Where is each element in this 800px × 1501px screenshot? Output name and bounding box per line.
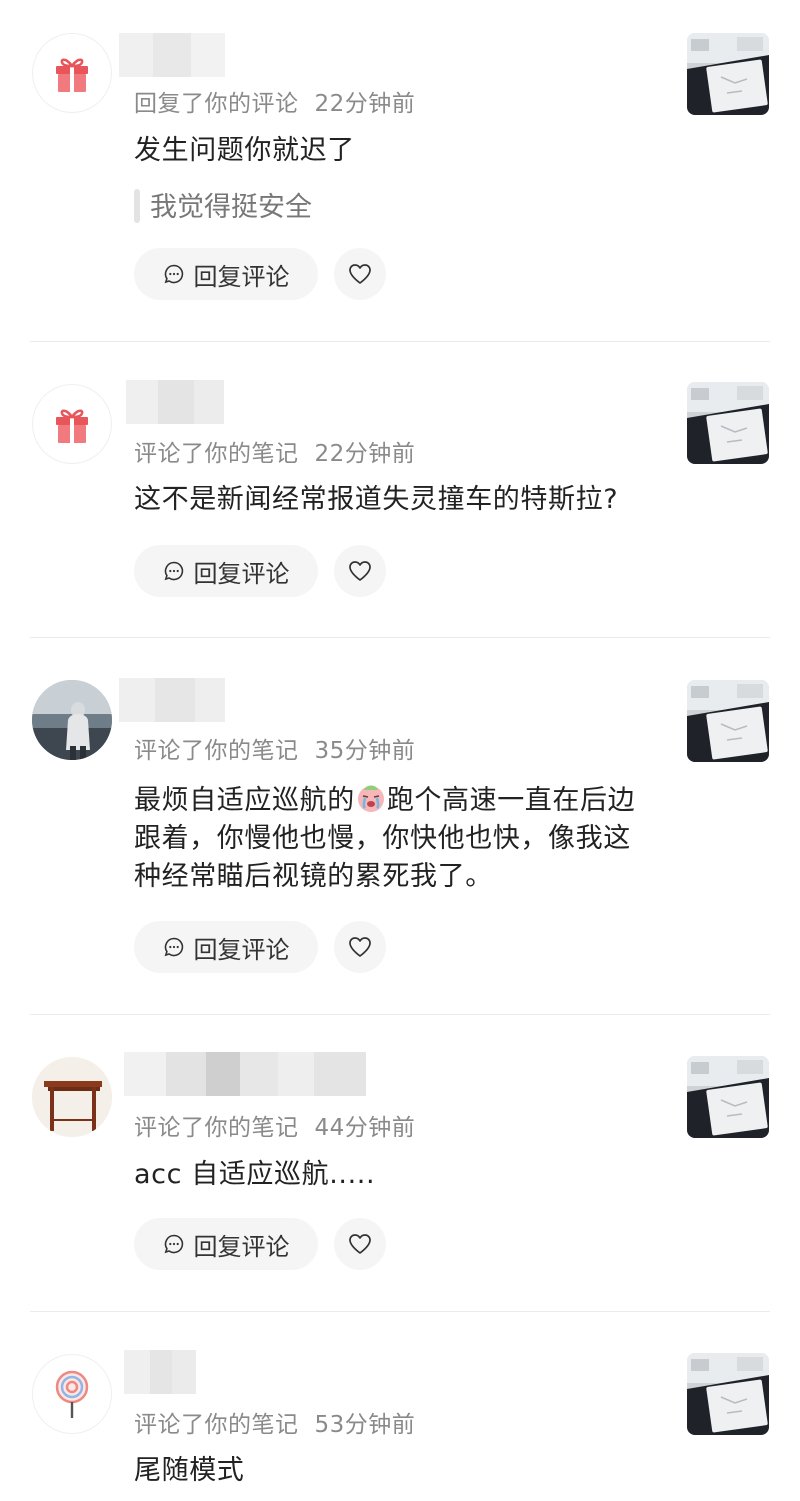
avatar[interactable] (32, 1354, 112, 1434)
divider (30, 341, 770, 342)
username-blurred[interactable] (126, 380, 224, 424)
car-dashboard-screen-photo (687, 33, 769, 115)
gift-icon (56, 58, 88, 92)
comment-bubble-icon (164, 937, 183, 957)
car-dashboard-screen-photo (687, 382, 769, 464)
action-text: 回复了你的评论 (134, 91, 299, 117)
comment-text: 最烦自适应巡航的 跑个高速一直在后边跟着，你慢他也慢，你快他也快，像我这种经常瞄… (134, 782, 654, 896)
divider (30, 637, 770, 638)
like-button[interactable] (334, 545, 386, 597)
quoted-comment: 我觉得挺安全 (134, 185, 312, 224)
action-text: 评论了你的笔记 (134, 1115, 299, 1141)
comment-meta: 评论了你的笔记 53分钟前 (134, 1405, 415, 1439)
avatar[interactable] (32, 384, 112, 464)
avatar[interactable] (32, 680, 112, 760)
timestamp: 22分钟前 (314, 91, 416, 117)
reply-label: 回复评论 (193, 935, 290, 964)
car-dashboard-screen-photo (687, 1353, 769, 1435)
note-thumbnail[interactable] (687, 33, 769, 115)
gift-icon (56, 409, 88, 443)
reply-label: 回复评论 (193, 1232, 290, 1261)
crying-face-emoji (357, 785, 384, 812)
comment-meta: 评论了你的笔记 22分钟前 (134, 434, 415, 468)
car-dashboard-screen-photo (687, 1056, 769, 1138)
note-thumbnail[interactable] (687, 382, 769, 464)
reply-button[interactable]: 回复评论 (134, 921, 318, 973)
reply-button[interactable]: 回复评论 (134, 545, 318, 597)
comment-bubble-icon (164, 561, 183, 581)
like-button[interactable] (334, 921, 386, 973)
comment-meta: 回复了你的评论 22分钟前 (134, 84, 415, 118)
reply-button[interactable]: 回复评论 (134, 248, 318, 300)
comment-text: acc 自适应巡航..... (134, 1159, 376, 1190)
comment-text: 发生问题你就迟了 (134, 135, 355, 166)
action-text: 评论了你的笔记 (134, 738, 299, 764)
note-thumbnail[interactable] (687, 680, 769, 762)
divider (30, 1311, 770, 1312)
timestamp: 22分钟前 (314, 441, 416, 467)
comment-text: 这不是新闻经常报道失灵撞车的特斯拉? (134, 484, 619, 515)
username-blurred[interactable] (119, 678, 225, 722)
reply-label: 回复评论 (193, 262, 290, 291)
like-button[interactable] (334, 248, 386, 300)
action-text: 评论了你的笔记 (134, 441, 299, 467)
action-text: 评论了你的笔记 (134, 1412, 299, 1438)
heart-icon (349, 561, 371, 581)
wooden-table-photo (32, 1057, 112, 1137)
comment-meta: 评论了你的笔记 44分钟前 (134, 1108, 415, 1142)
heart-icon (349, 937, 371, 957)
reply-button[interactable]: 回复评论 (134, 1218, 318, 1270)
username-blurred[interactable] (124, 1350, 196, 1394)
car-dashboard-screen-photo (687, 680, 769, 762)
timestamp: 35分钟前 (314, 738, 416, 764)
heart-icon (349, 1234, 371, 1254)
timestamp: 44分钟前 (314, 1115, 416, 1141)
lollipop-icon (55, 1370, 89, 1418)
note-thumbnail[interactable] (687, 1353, 769, 1435)
username-blurred[interactable] (124, 1052, 366, 1096)
reply-label: 回复评论 (193, 559, 290, 588)
comment-bubble-icon (164, 264, 183, 284)
username-blurred[interactable] (119, 33, 225, 77)
note-thumbnail[interactable] (687, 1056, 769, 1138)
person-by-sea-photo (32, 680, 112, 760)
comment-text: 尾随模式 (134, 1455, 245, 1486)
avatar[interactable] (32, 33, 112, 113)
heart-icon (349, 264, 371, 284)
avatar[interactable] (32, 1057, 112, 1137)
like-button[interactable] (334, 1218, 386, 1270)
timestamp: 53分钟前 (314, 1412, 416, 1438)
divider (30, 1014, 770, 1015)
comment-meta: 评论了你的笔记 35分钟前 (134, 731, 415, 765)
comment-bubble-icon (164, 1234, 183, 1254)
comment-text-part: 最烦自适应巡航的 (134, 785, 355, 816)
